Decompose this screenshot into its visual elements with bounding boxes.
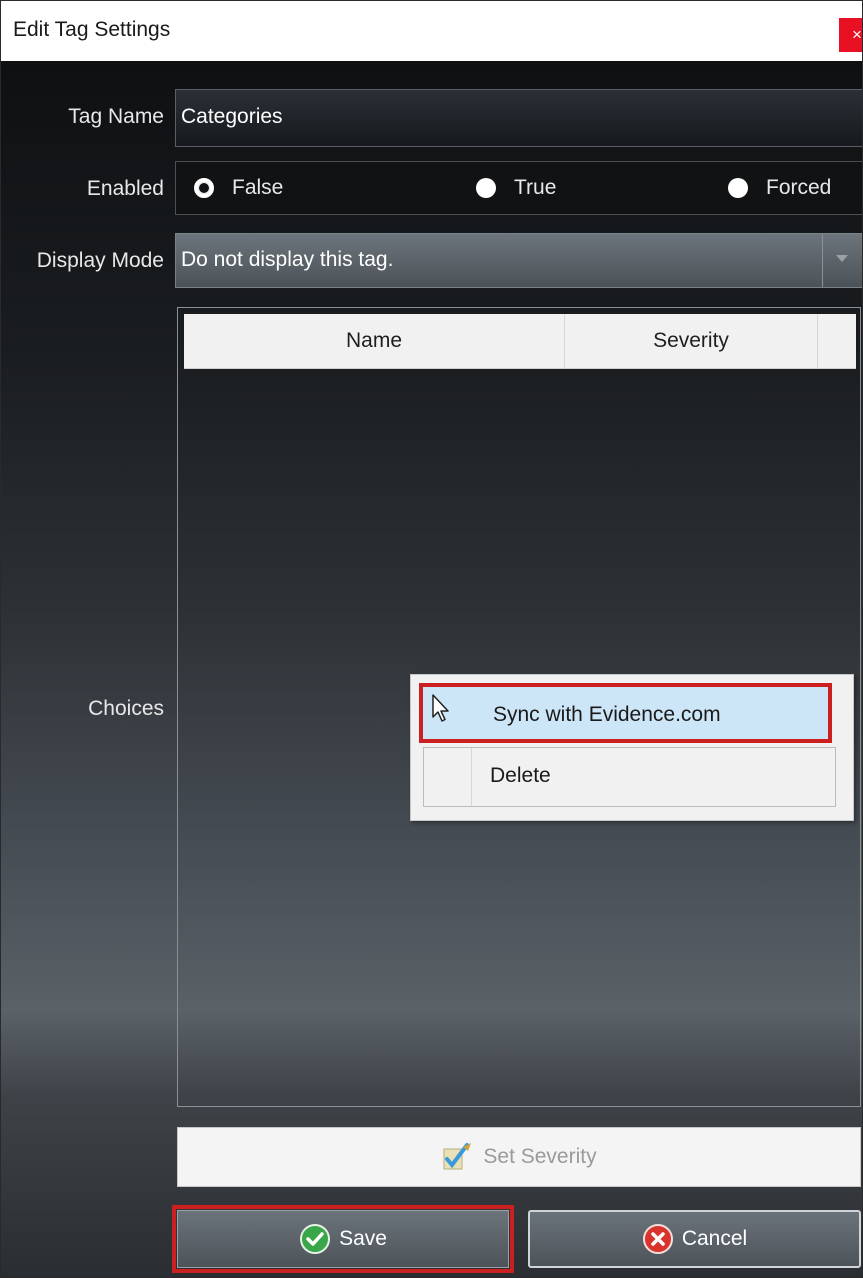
column-header-severity[interactable]: Severity — [565, 314, 818, 368]
save-label: Save — [339, 1227, 387, 1250]
menu-item-sync-evidence[interactable]: Sync with Evidence.com — [419, 683, 832, 743]
column-header-name[interactable]: Name — [184, 314, 565, 368]
save-button[interactable]: Save — [177, 1210, 509, 1268]
enabled-radio-group: False True Forced — [175, 161, 862, 215]
checkmark-circle-icon — [300, 1224, 331, 1254]
tag-name-input[interactable]: Categories — [175, 89, 862, 147]
radio-true[interactable]: True — [476, 176, 556, 200]
display-mode-label: Display Mode — [36, 249, 164, 272]
menu-item-delete-label: Delete — [490, 764, 551, 787]
radio-false[interactable]: False — [194, 176, 283, 200]
dialog-body: Tag Name Categories Enabled False True F… — [1, 61, 862, 1277]
radio-forced-indicator — [728, 178, 748, 198]
mouse-pointer-icon — [432, 694, 449, 722]
radio-true-label: True — [514, 176, 557, 199]
edit-tag-settings-dialog: Edit Tag Settings × Tag Name Categories … — [0, 0, 863, 1278]
set-severity-label: Set Severity — [483, 1145, 597, 1168]
display-mode-value: Do not display this tag. — [181, 248, 394, 271]
set-severity-button[interactable]: Set Severity — [177, 1127, 861, 1187]
dropdown-separator — [822, 234, 823, 287]
menu-item-sync-label: Sync with Evidence.com — [493, 703, 721, 726]
radio-forced-label: Forced — [766, 176, 832, 199]
close-icon: × — [852, 25, 862, 44]
x-circle-icon — [642, 1224, 673, 1254]
window-title: Edit Tag Settings — [13, 18, 171, 41]
close-button[interactable]: × — [839, 18, 862, 52]
context-menu: Sync with Evidence.com Delete — [410, 674, 854, 821]
tag-name-label: Tag Name — [68, 105, 164, 128]
enabled-label: Enabled — [86, 177, 164, 200]
menu-item-delete[interactable]: Delete — [423, 747, 836, 807]
chevron-down-icon[interactable] — [836, 255, 848, 262]
title-bar: Edit Tag Settings × — [1, 1, 862, 61]
radio-false-label: False — [232, 176, 284, 199]
cancel-label: Cancel — [681, 1227, 748, 1250]
radio-false-indicator — [194, 178, 214, 198]
cancel-button[interactable]: Cancel — [528, 1210, 861, 1268]
edit-pencil-icon — [443, 1143, 472, 1170]
radio-true-indicator — [476, 178, 496, 198]
grid-header: Name Severity — [184, 314, 856, 369]
choices-label: Choices — [88, 697, 164, 720]
tag-name-value: Categories — [181, 105, 283, 128]
display-mode-select[interactable]: Do not display this tag. — [175, 233, 862, 288]
radio-forced[interactable]: Forced — [728, 176, 831, 200]
